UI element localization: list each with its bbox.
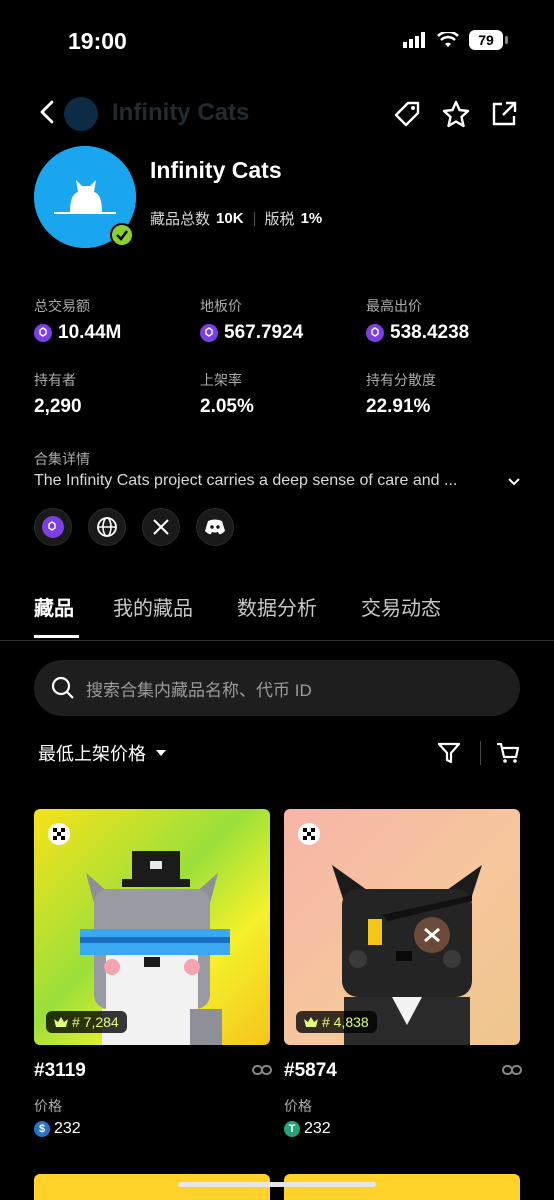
meta-divider [253,211,255,226]
share-icon[interactable] [489,99,519,129]
cart-icon[interactable] [495,740,521,766]
x-link-button[interactable] [142,508,180,546]
discord-icon [205,519,225,535]
chevron-down-icon[interactable] [506,474,522,490]
wifi-icon [437,32,459,47]
usdt-icon: T [284,1121,300,1137]
crown-icon [54,1017,68,1027]
stat-value: 10.44M [58,322,122,343]
items-label: 藏品总数 [150,211,211,228]
nft-id: #5874 [284,1060,337,1081]
x-icon [153,519,169,535]
stat-label: 上架率 [200,372,242,388]
search-input[interactable]: 搜索合集内藏品名称、代币 ID [34,660,520,716]
website-link-button[interactable] [88,508,126,546]
active-tab-indicator [34,635,79,638]
rank-value: # 7,284 [72,1014,119,1030]
price-label: 价格 [284,1098,312,1114]
status-icons: 79 [403,30,508,50]
globe-icon [97,517,117,537]
tag-icon[interactable] [392,99,422,129]
stat-listed-rate: 上架率 2.05% [200,370,254,418]
polygon-coin-icon [200,324,218,342]
stat-label: 最高出价 [366,298,422,314]
caret-down-icon [156,750,166,756]
rank-value: # 4,838 [322,1014,369,1030]
marketplace-badge-icon [298,823,320,845]
price-value-row: $ 232 [34,1120,81,1138]
nft-card[interactable]: # 7,284 [34,809,270,1045]
filter-icon[interactable] [436,740,462,766]
tab-collectibles[interactable]: 藏品 [34,592,74,621]
royalty-value: 1% [300,210,323,227]
search-icon [51,676,74,699]
battery-tip [505,36,508,44]
usdc-icon: $ [34,1121,50,1137]
header-avatar [64,97,98,131]
search-placeholder: 搜索合集内藏品名称、代币 ID [86,680,312,700]
collection-name: Infinity Cats [150,157,282,183]
status-time: 19:00 [68,28,127,54]
price-value: 232 [304,1120,331,1137]
star-icon[interactable] [441,99,471,129]
sort-dropdown[interactable]: 最低上架价格 [38,740,166,766]
tab-bar: 藏品 我的藏品 数据分析 交易动态 [0,592,554,641]
stat-holders: 持有者 2,290 [34,370,82,418]
nft-card[interactable]: # 4,838 [284,809,520,1045]
collection-meta: 藏品总数 10K 版税 1% [150,208,322,229]
price-value: 232 [54,1120,81,1137]
tab-activity[interactable]: 交易动态 [361,592,441,621]
description-label: 合集详情 [34,451,90,467]
link-chain-icon[interactable] [502,1063,522,1077]
royalty-label: 版税 [264,211,295,228]
back-arrow-icon[interactable] [36,98,60,126]
stat-label: 地板价 [200,298,242,314]
stat-value: 2,290 [34,396,82,417]
price-label: 价格 [34,1098,62,1114]
signal-icon [403,32,425,48]
nft-card-partial[interactable] [284,1174,520,1200]
stat-total-volume: 总交易额 10.44M [34,296,121,344]
price-value-row: T 232 [284,1120,331,1138]
polygon-link-button[interactable] [34,508,72,546]
polygon-coin-icon [34,324,52,342]
stat-value: 538.4238 [390,322,470,343]
battery-indicator: 79 [469,30,503,50]
home-indicator[interactable] [178,1182,376,1187]
stat-label: 总交易额 [34,298,90,314]
description-text[interactable]: The Infinity Cats project carries a deep… [34,472,474,490]
stat-value: 22.91% [366,396,431,417]
link-chain-icon[interactable] [252,1063,272,1077]
polygon-coin-icon [366,324,384,342]
tab-analytics[interactable]: 数据分析 [237,592,317,621]
stat-value: 2.05% [200,396,254,417]
nft-id: #3119 [34,1060,86,1081]
stat-label: 持有分散度 [366,372,436,388]
tab-my-collectibles[interactable]: 我的藏品 [113,592,193,621]
verified-badge-icon [110,223,134,247]
stat-holder-distribution: 持有分散度 22.91% [366,370,436,418]
sort-label: 最低上架价格 [38,744,146,764]
stat-value: 567.7924 [224,322,304,343]
polygon-icon [42,516,64,538]
marketplace-badge-icon [48,823,70,845]
stat-floor-price: 地板价 567.7924 [200,296,303,344]
stat-top-bid: 最高出价 538.4238 [366,296,469,344]
rank-badge: # 7,284 [46,1011,127,1033]
rank-badge: # 4,838 [296,1011,377,1033]
toolbar-divider [480,741,481,765]
items-value: 10K [216,210,244,227]
stat-label: 持有者 [34,372,76,388]
discord-link-button[interactable] [196,508,234,546]
header-title: Infinity Cats [112,99,250,126]
crown-icon [304,1017,318,1027]
nft-card-partial[interactable] [34,1174,270,1200]
